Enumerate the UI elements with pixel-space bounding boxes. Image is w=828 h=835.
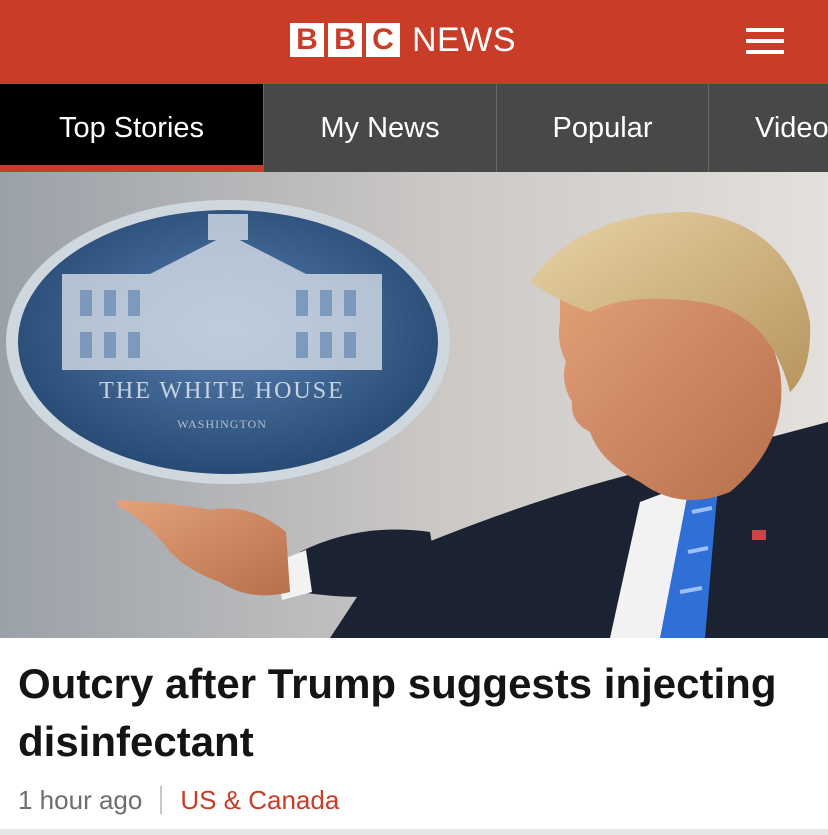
logo-letter-b1: B — [290, 23, 324, 57]
seal-text: THE WHITE HOUSE — [99, 378, 345, 404]
bbc-news-logo[interactable]: B B C NEWS — [290, 22, 516, 58]
section-tabs: Top Stories My News Popular Video — [0, 84, 828, 172]
bottom-divider — [0, 829, 828, 835]
hero-photo: THE WHITE HOUSE WASHINGTON — [0, 172, 828, 638]
tab-top-stories[interactable]: Top Stories — [0, 84, 264, 172]
header-bar: B B C NEWS — [0, 0, 828, 84]
meta-divider — [160, 786, 163, 814]
article-headline[interactable]: Outcry after Trump suggests injecting di… — [18, 655, 808, 771]
hamburger-menu-icon[interactable] — [744, 25, 786, 57]
logo-letter-b2: B — [328, 23, 362, 57]
tab-my-news[interactable]: My News — [264, 84, 497, 172]
article-section-link[interactable]: US & Canada — [180, 785, 339, 816]
article-timestamp: 1 hour ago — [18, 784, 143, 815]
tab-video[interactable]: Video — [709, 84, 828, 172]
logo-news-word: NEWS — [412, 21, 516, 59]
seal-subtext: WASHINGTON — [177, 417, 267, 431]
bbc-news-page: B B C NEWS Top Stories My News Popular V… — [0, 0, 828, 835]
article-meta: 1 hour ago US & Canada — [18, 782, 339, 818]
hero-image[interactable]: THE WHITE HOUSE WASHINGTON — [0, 172, 828, 638]
logo-letter-c: C — [366, 23, 400, 57]
tab-popular[interactable]: Popular — [497, 84, 709, 172]
